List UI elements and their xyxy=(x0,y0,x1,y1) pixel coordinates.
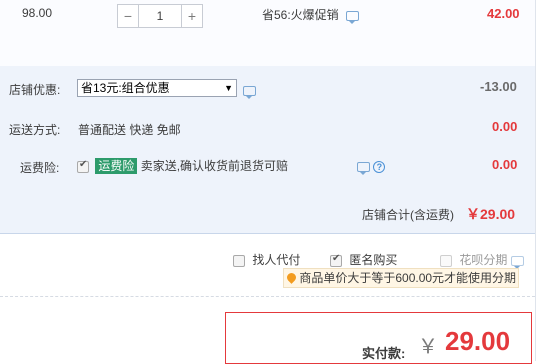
shipping-insurance-badge: 运费险 xyxy=(95,158,138,174)
shop-total-value: ￥29.00 xyxy=(466,206,516,222)
anonymous-purchase-label: 匿名购买 xyxy=(349,253,398,267)
anonymous-purchase-option[interactable]: 匿名购买 xyxy=(330,251,397,268)
payment-currency: ￥ xyxy=(418,336,438,358)
installment-tip: 商品单价大于等于600.00元才能使用分期 xyxy=(283,268,519,288)
proxy-pay-option[interactable]: 找人代付 xyxy=(233,251,300,268)
chat-bubble-icon[interactable] xyxy=(357,161,370,175)
chat-bubble-icon[interactable] xyxy=(346,10,360,24)
shipping-method-label: 运送方式: xyxy=(9,123,61,137)
shipping-fee-value: 0.00 xyxy=(492,119,518,134)
proxy-pay-checkbox[interactable] xyxy=(233,254,245,267)
question-circle-icon[interactable]: ? xyxy=(373,160,386,173)
installment-option[interactable]: 花呗分期 xyxy=(440,251,524,269)
installment-checkbox[interactable] xyxy=(440,254,452,267)
location-pin-icon xyxy=(287,273,296,284)
insurance-icons: ? xyxy=(357,159,386,175)
shipping-insurance-value: 0.00 xyxy=(492,157,518,172)
installment-label: 花呗分期 xyxy=(459,253,508,267)
dropdown-arrow-icon: ▼ xyxy=(224,83,233,93)
shop-discount-label: 店铺优惠: xyxy=(9,83,61,97)
chat-bubble-icon[interactable] xyxy=(243,85,256,99)
promotion-info: 省56:火爆促销 xyxy=(262,6,360,24)
promotion-text: 省56:火爆促销 xyxy=(262,8,339,22)
quantity-input[interactable]: 1 xyxy=(139,4,181,28)
shipping-insurance-checkbox[interactable] xyxy=(77,159,89,173)
shop-discount-value: -13.00 xyxy=(480,79,517,94)
panel-border xyxy=(535,0,536,361)
item-unit-price: 98.00 xyxy=(22,6,53,20)
shipping-insurance-text: 卖家送,确认收货前退货可赔 xyxy=(140,159,289,173)
quantity-stepper: − 1 + xyxy=(117,4,203,28)
payment-label: 实付款: xyxy=(362,346,406,361)
installment-tip-text: 商品单价大于等于600.00元才能使用分期 xyxy=(299,271,517,285)
shipping-method-text: 普通配送 快递 免邮 xyxy=(78,123,181,137)
increase-quantity-button[interactable]: + xyxy=(181,4,203,28)
shop-discount-select-value: 省13元:组合优惠 xyxy=(81,81,170,95)
shipping-insurance-option: 运费险 卖家送,确认收货前退货可赔 xyxy=(77,157,288,174)
decrease-quantity-button[interactable]: − xyxy=(117,4,139,28)
shop-total-label: 店铺合计(含运费) xyxy=(362,208,454,222)
shop-discount-select[interactable]: 省13元:组合优惠 ▼ xyxy=(77,79,237,97)
proxy-pay-label: 找人代付 xyxy=(252,253,301,267)
item-subtotal: 42.00 xyxy=(487,6,520,21)
section-divider xyxy=(0,233,535,234)
dashed-divider xyxy=(0,296,535,297)
anonymous-purchase-checkbox[interactable] xyxy=(330,253,342,267)
chat-bubble-icon[interactable] xyxy=(510,255,524,269)
payment-amount: 29.00 xyxy=(445,326,511,356)
shipping-insurance-label: 运费险: xyxy=(20,161,60,175)
